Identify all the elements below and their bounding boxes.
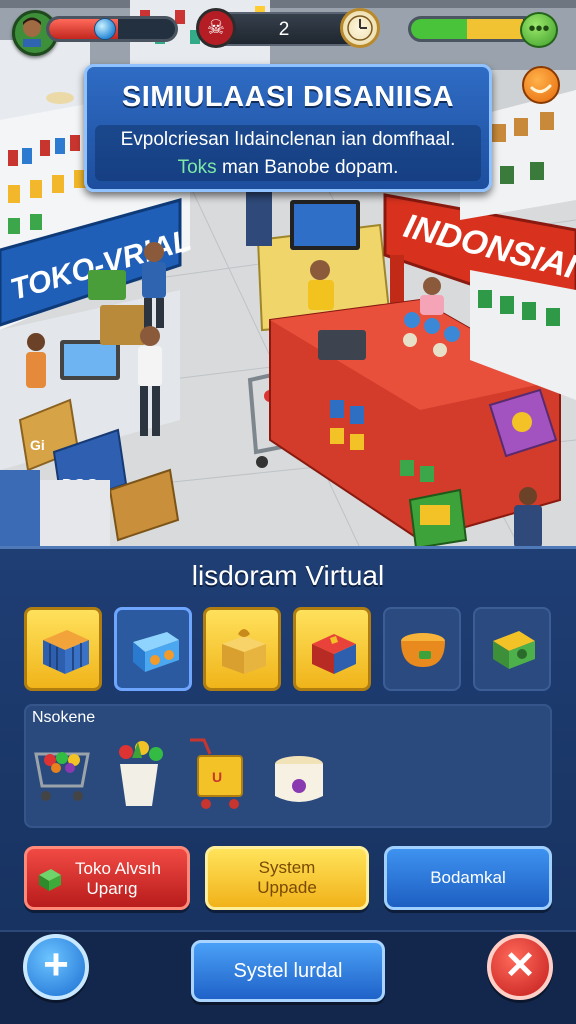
red-box-icon [312,634,356,674]
green-box-icon [39,869,61,891]
energy-bar-fill [411,19,523,39]
yellow-cart-icon: U [190,738,243,809]
info-panel: SIMIULAASI DISANIISA Evpolcriesan lıdain… [84,64,492,192]
item-produce-bucket[interactable] [108,734,170,819]
tile-gift-box[interactable] [203,607,281,691]
close-icon: ✕ [504,945,536,987]
bowl-icon [401,633,445,667]
add-button[interactable]: + [23,934,89,1000]
panel-title: lisdoram Virtual [191,560,385,591]
tile-red-box[interactable] [293,607,371,691]
bodamkal-label: Bodamkal [430,868,506,887]
blue-crate-icon [43,630,89,674]
shopping-cart-icon [34,752,90,801]
skull-icon: ☠ [196,8,236,48]
main-action-button[interactable]: Systel lurdal [191,940,385,1002]
tile-blue-crate[interactable] [24,607,102,691]
tile-radio-box[interactable] [114,607,192,691]
orange-coin-button[interactable] [522,66,560,104]
bodamkal-button[interactable]: Bodamkal [384,846,552,910]
item-jar[interactable] [268,734,330,819]
gift-box-icon [222,629,266,674]
system-upgrade-button[interactable]: System Uppade [205,846,369,910]
plus-icon: + [43,940,69,989]
tile-bowl[interactable] [383,607,461,691]
info-line-1: Evpolcriesan lıdainclenan ian domfhaal. [120,129,456,150]
tile-cash-stack[interactable] [473,607,551,691]
yellow-cart-label: U [212,769,222,785]
item-shopping-cart[interactable] [32,734,94,819]
health-orb-icon [94,18,116,40]
clock-icon [340,8,380,48]
avatar-face-icon [23,17,41,49]
system-upgrade-label-2: Uppade [257,878,317,897]
jar-icon [275,756,323,802]
chat-button[interactable]: ••• [520,12,558,48]
info-line-2: Toks man Banobe dopam. [87,157,489,179]
info-line-2-rest: man Banobe dopam. [216,157,399,178]
info-highlight: Toks [177,157,217,178]
radio-box-icon [133,632,179,672]
cash-stack-icon [493,631,535,669]
main-action-label: Systel lurdal [233,960,343,982]
info-title: SIMIULAASI DISANIISA [121,81,455,113]
item-yellow-cart[interactable]: U [184,734,254,819]
produce-bucket-icon [119,741,163,806]
orange-coin-icon [530,84,552,93]
close-button[interactable]: ✕ [487,934,553,1000]
items-section-label: Nsokene [32,709,96,726]
energy-bar [408,16,538,42]
chat-icon: ••• [528,18,550,40]
toko-upgrade-button[interactable]: Toko Alvsıh Uparıg [24,846,190,910]
system-upgrade-label-1: System [258,858,316,877]
box-label-gi: Gi [30,437,45,453]
